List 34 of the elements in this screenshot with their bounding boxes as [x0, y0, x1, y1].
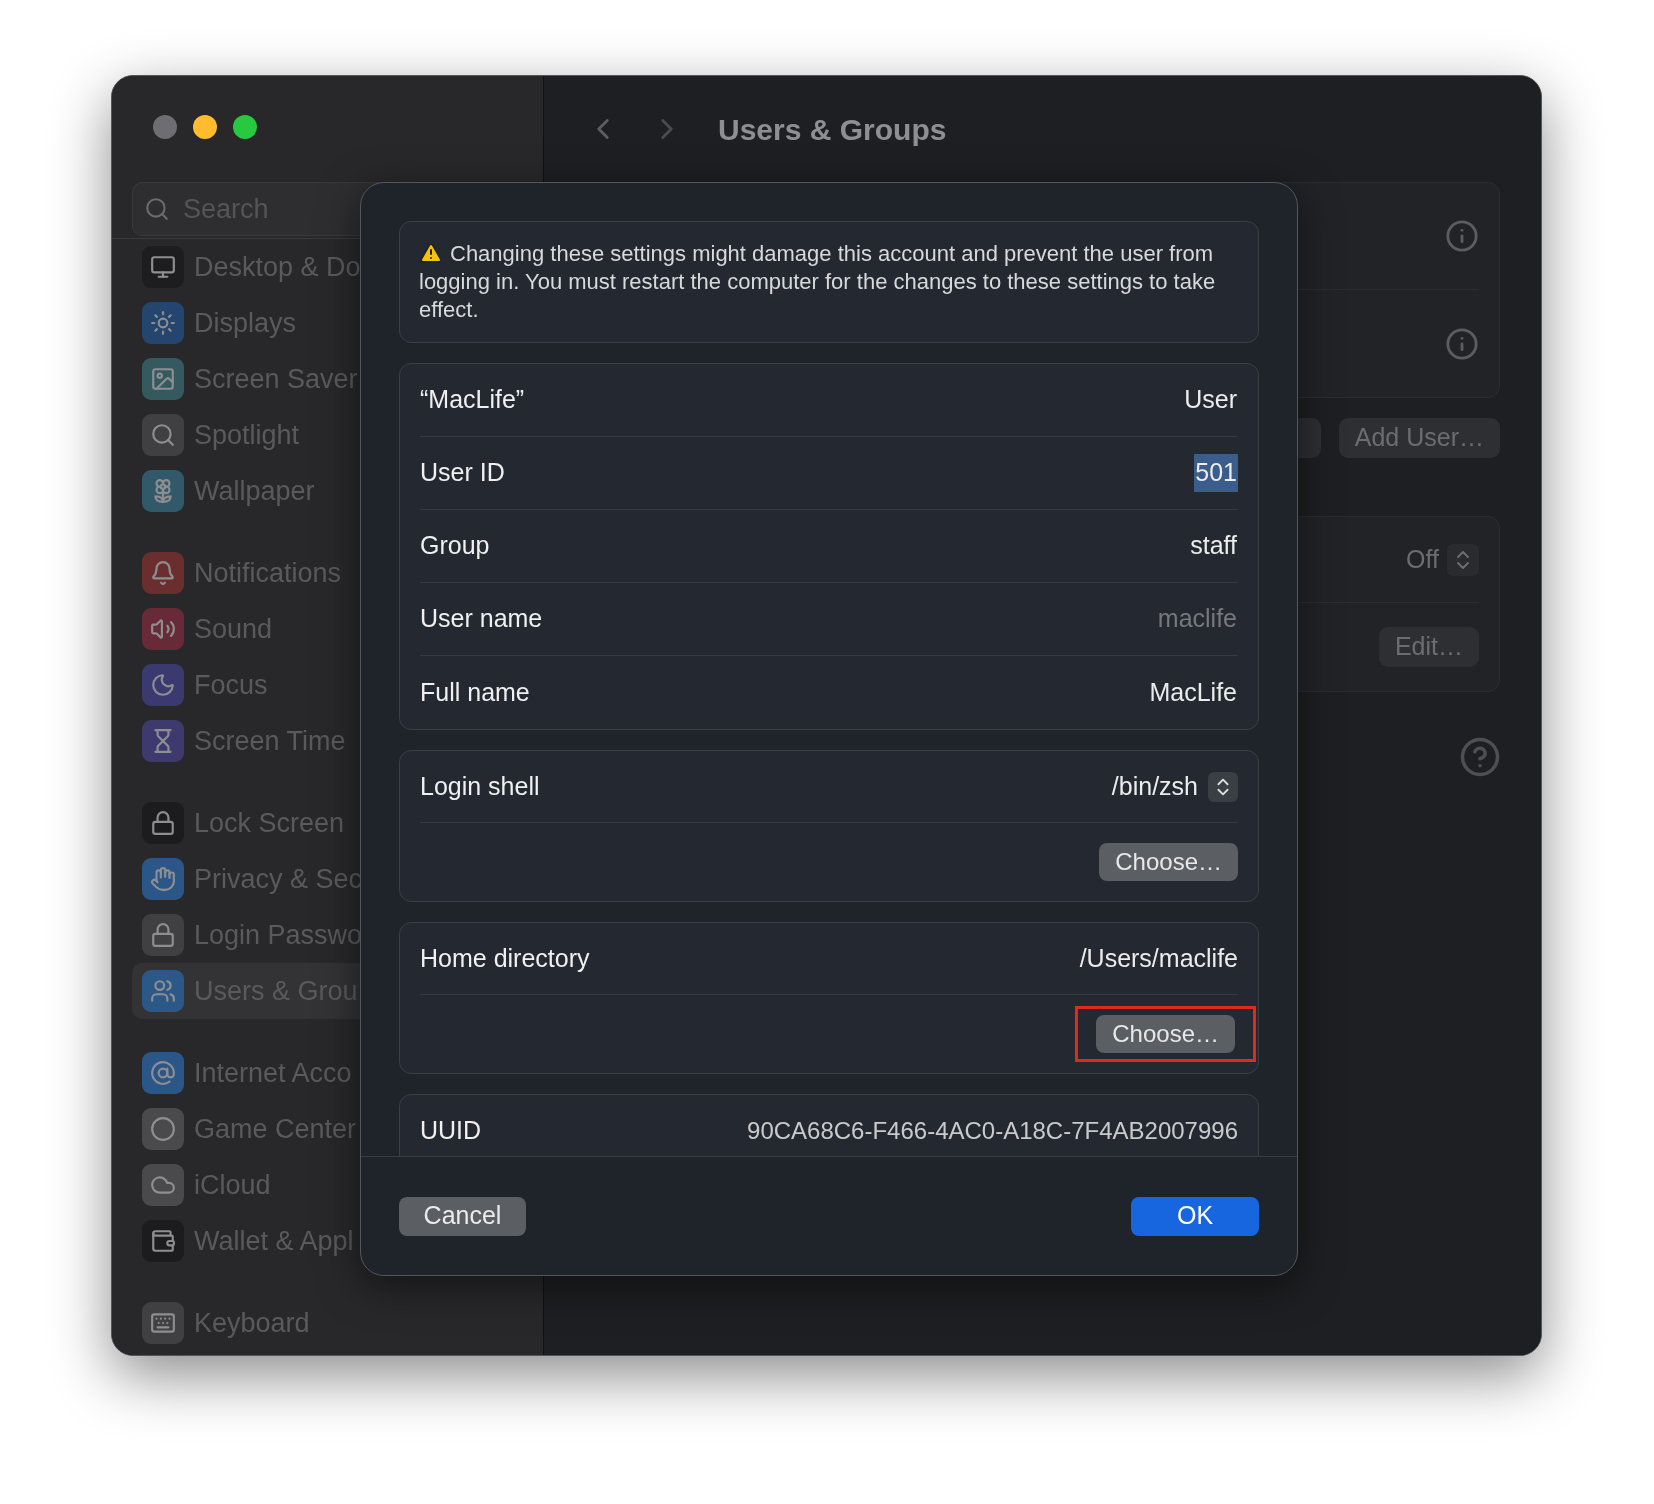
warning-icon	[419, 241, 443, 266]
row-label: User name	[420, 603, 543, 635]
minimize-icon[interactable]	[193, 115, 217, 139]
edit-button[interactable]: Edit…	[1378, 627, 1479, 667]
info-icon[interactable]	[1445, 219, 1479, 253]
stepper-icon[interactable]	[1447, 543, 1479, 576]
row-label: Group	[420, 530, 490, 562]
add-user-button[interactable]: Add User…	[1338, 418, 1500, 458]
choose-button[interactable]: Choose…	[1099, 843, 1238, 881]
row-value: /Users/maclife	[1079, 942, 1238, 974]
search-icon	[144, 196, 170, 222]
choose-button[interactable]: Choose…	[1096, 1015, 1235, 1053]
stepper-icon	[1208, 771, 1238, 802]
row-value: MacLife	[1148, 676, 1238, 708]
zoom-icon[interactable]	[233, 115, 257, 139]
row-label: Full name	[420, 676, 530, 708]
row-label: UUID	[420, 1115, 482, 1147]
row-value: staff	[1189, 530, 1238, 562]
row-value: 90CA68C6-F466-4AC0-A18C-7F4AB2007996	[747, 1116, 1238, 1146]
help-icon[interactable]	[1459, 736, 1501, 778]
row-value: User	[1183, 384, 1238, 416]
ok-button[interactable]: OK	[1131, 1196, 1259, 1236]
row-label: “MacLife”	[420, 384, 525, 416]
row-label: User ID	[420, 457, 505, 489]
info-icon[interactable]	[1445, 326, 1479, 361]
row-value: maclife	[1156, 603, 1238, 635]
row-value: 501	[1194, 454, 1238, 492]
close-icon[interactable]	[153, 115, 177, 139]
row-label: Login shell	[420, 770, 540, 802]
cancel-button[interactable]: Cancel	[399, 1196, 526, 1236]
window-title: Users & Groups	[718, 111, 947, 148]
shell-popup[interactable]: /bin/zsh	[1111, 767, 1238, 806]
warning-text: Changing these settings might damage this account and prevent the user from logging in. You must restart the computer for the changes to these settings to take effect.	[419, 240, 1217, 324]
auto-login-value: Off	[1406, 543, 1439, 575]
